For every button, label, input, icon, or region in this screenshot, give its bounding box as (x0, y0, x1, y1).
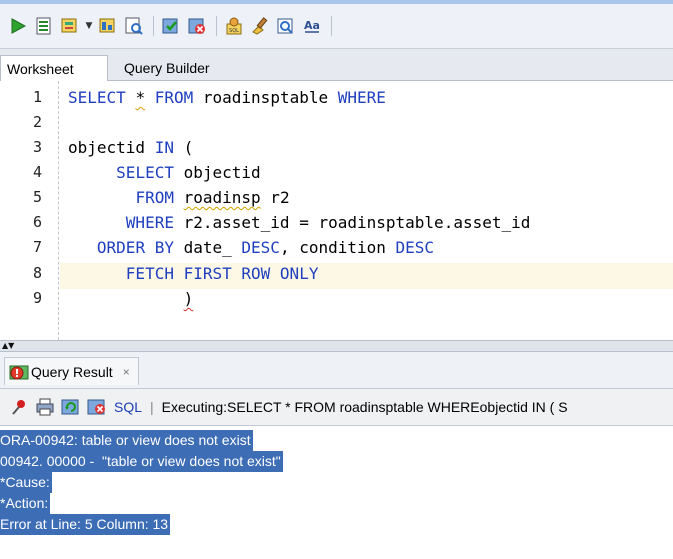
sql-link[interactable]: SQL (114, 399, 142, 415)
keyword: FROM (154, 88, 194, 107)
error-line: ORA-00942: table or view does not exist (0, 430, 253, 451)
sql-editor[interactable]: 1 2 3 4 5 6 7 8 9 SELECT * FROM roadinsp… (0, 81, 673, 340)
result-toolbar: SQL | Executing:SELECT * FROM roadinspta… (0, 388, 673, 426)
find-icon[interactable] (274, 14, 298, 38)
error-line: Error at Line: 5 Column: 13 (0, 514, 171, 535)
code-token: r2 (260, 188, 290, 207)
toolbar-separator: | (150, 399, 154, 415)
refresh-icon[interactable] (60, 396, 82, 418)
code-token: objectid (173, 163, 261, 182)
line-number: 5 (32, 188, 42, 206)
line-number: 4 (32, 163, 42, 181)
line-number: 3 (32, 138, 42, 156)
line-number-gutter: 1 2 3 4 5 6 7 8 9 (0, 81, 58, 340)
sql-history-icon[interactable]: SQL (222, 14, 246, 38)
code-token: roadinsp (183, 188, 261, 207)
clear-icon[interactable] (248, 14, 272, 38)
code-token: , condition (279, 238, 396, 257)
code-token: roadinsptable (193, 88, 338, 107)
keyword: SELECT (116, 163, 174, 182)
autotrace-dropdown-icon[interactable]: ▼ (84, 21, 94, 31)
svg-text:Aa: Aa (304, 19, 320, 32)
splitter-arrows-icon[interactable]: ▲▼ (2, 341, 14, 351)
worksheet-tab-bar: Worksheet Query Builder (0, 48, 673, 82)
worksheet-toolbar: ▼ SQL Aa (0, 4, 673, 48)
code-line-3: objectid IN ( (68, 135, 193, 160)
result-tab-bar: Query Result × (0, 352, 673, 388)
code-token: * (135, 88, 146, 107)
explain-plan-icon[interactable] (96, 14, 120, 38)
tab-worksheet[interactable]: Worksheet (0, 55, 108, 82)
code-line-9: ) (68, 286, 194, 311)
run-script-icon[interactable] (32, 14, 56, 38)
query-result-tab-label: Query Result (31, 363, 113, 380)
format-icon[interactable]: Aa (300, 14, 324, 38)
cancel-query-icon[interactable] (86, 396, 108, 418)
keyword: DESC (241, 238, 280, 257)
query-result-error-icon (9, 365, 29, 379)
line-number: 6 (32, 213, 42, 231)
keyword: WHERE (125, 213, 174, 232)
toolbar-separator (331, 16, 332, 36)
code-token: ( (173, 138, 194, 157)
code-token: r2.asset_id = roadinsptable.asset_id (173, 213, 531, 232)
svg-text:SQL: SQL (229, 28, 239, 34)
code-token: objectid (68, 138, 155, 157)
code-line-5: FROM roadinsp r2 (68, 185, 290, 210)
code-line-8: FETCH FIRST ROW ONLY (68, 261, 319, 286)
tab-query-builder[interactable]: Query Builder (118, 55, 216, 82)
line-number: 1 (32, 88, 42, 106)
keyword: FETCH FIRST ROW ONLY (125, 264, 319, 283)
keyword: IN (154, 138, 174, 157)
keyword: DESC (395, 238, 435, 257)
executing-status: Executing:SELECT * FROM roadinsptable WH… (161, 399, 568, 415)
close-icon[interactable]: × (123, 365, 130, 379)
code-line-4: SELECT objectid (68, 160, 261, 185)
keyword: SELECT (68, 88, 126, 107)
code-token: ) (183, 289, 194, 308)
toolbar-separator (153, 16, 154, 36)
keyword: FROM (135, 188, 174, 207)
line-number: 8 (32, 264, 42, 282)
gutter-divider (58, 81, 59, 340)
run-statement-icon[interactable] (6, 14, 30, 38)
sql-tuning-icon[interactable] (122, 14, 146, 38)
code-token: date_ (173, 238, 242, 257)
panel-splitter[interactable]: ▲▼ (0, 340, 673, 352)
line-number: 2 (32, 113, 42, 131)
line-number: 9 (32, 289, 42, 307)
toolbar-separator (216, 16, 217, 36)
line-number: 7 (32, 238, 42, 256)
rollback-icon[interactable] (185, 14, 209, 38)
error-line: 00942. 00000 - "table or view does not e… (0, 451, 283, 472)
commit-icon[interactable] (159, 14, 183, 38)
query-output[interactable]: ORA-00942: table or view does not exist … (0, 426, 673, 559)
code-line-6: WHERE r2.asset_id = roadinsptable.asset_… (68, 210, 531, 235)
code-line-7: ORDER BY date_ DESC, condition DESC (68, 235, 434, 260)
autotrace-icon[interactable] (58, 14, 82, 38)
code-line-1: SELECT * FROM roadinsptable WHERE (68, 85, 386, 110)
keyword: ORDER BY (96, 238, 174, 257)
keyword: WHERE (337, 88, 386, 107)
pin-icon[interactable] (8, 396, 30, 418)
print-icon[interactable] (34, 396, 56, 418)
error-line: *Action: (0, 493, 51, 514)
tab-query-result[interactable]: Query Result × (4, 357, 139, 385)
error-line: *Cause: (0, 472, 52, 493)
